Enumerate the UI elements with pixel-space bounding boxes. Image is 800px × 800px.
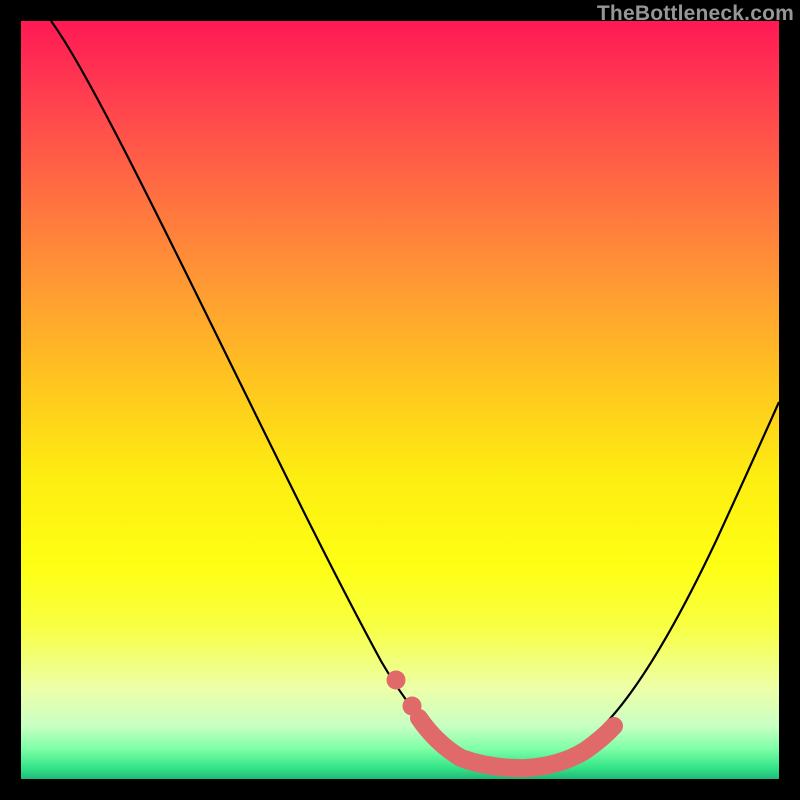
highlight-dot-upper	[387, 671, 406, 690]
highlight-dot-lower	[403, 697, 422, 716]
highlight-overlay	[419, 718, 614, 768]
watermark-text: TheBottleneck.com	[597, 2, 794, 26]
left-curve	[51, 21, 516, 768]
chart-svg	[21, 21, 779, 779]
right-curve	[516, 402, 779, 768]
